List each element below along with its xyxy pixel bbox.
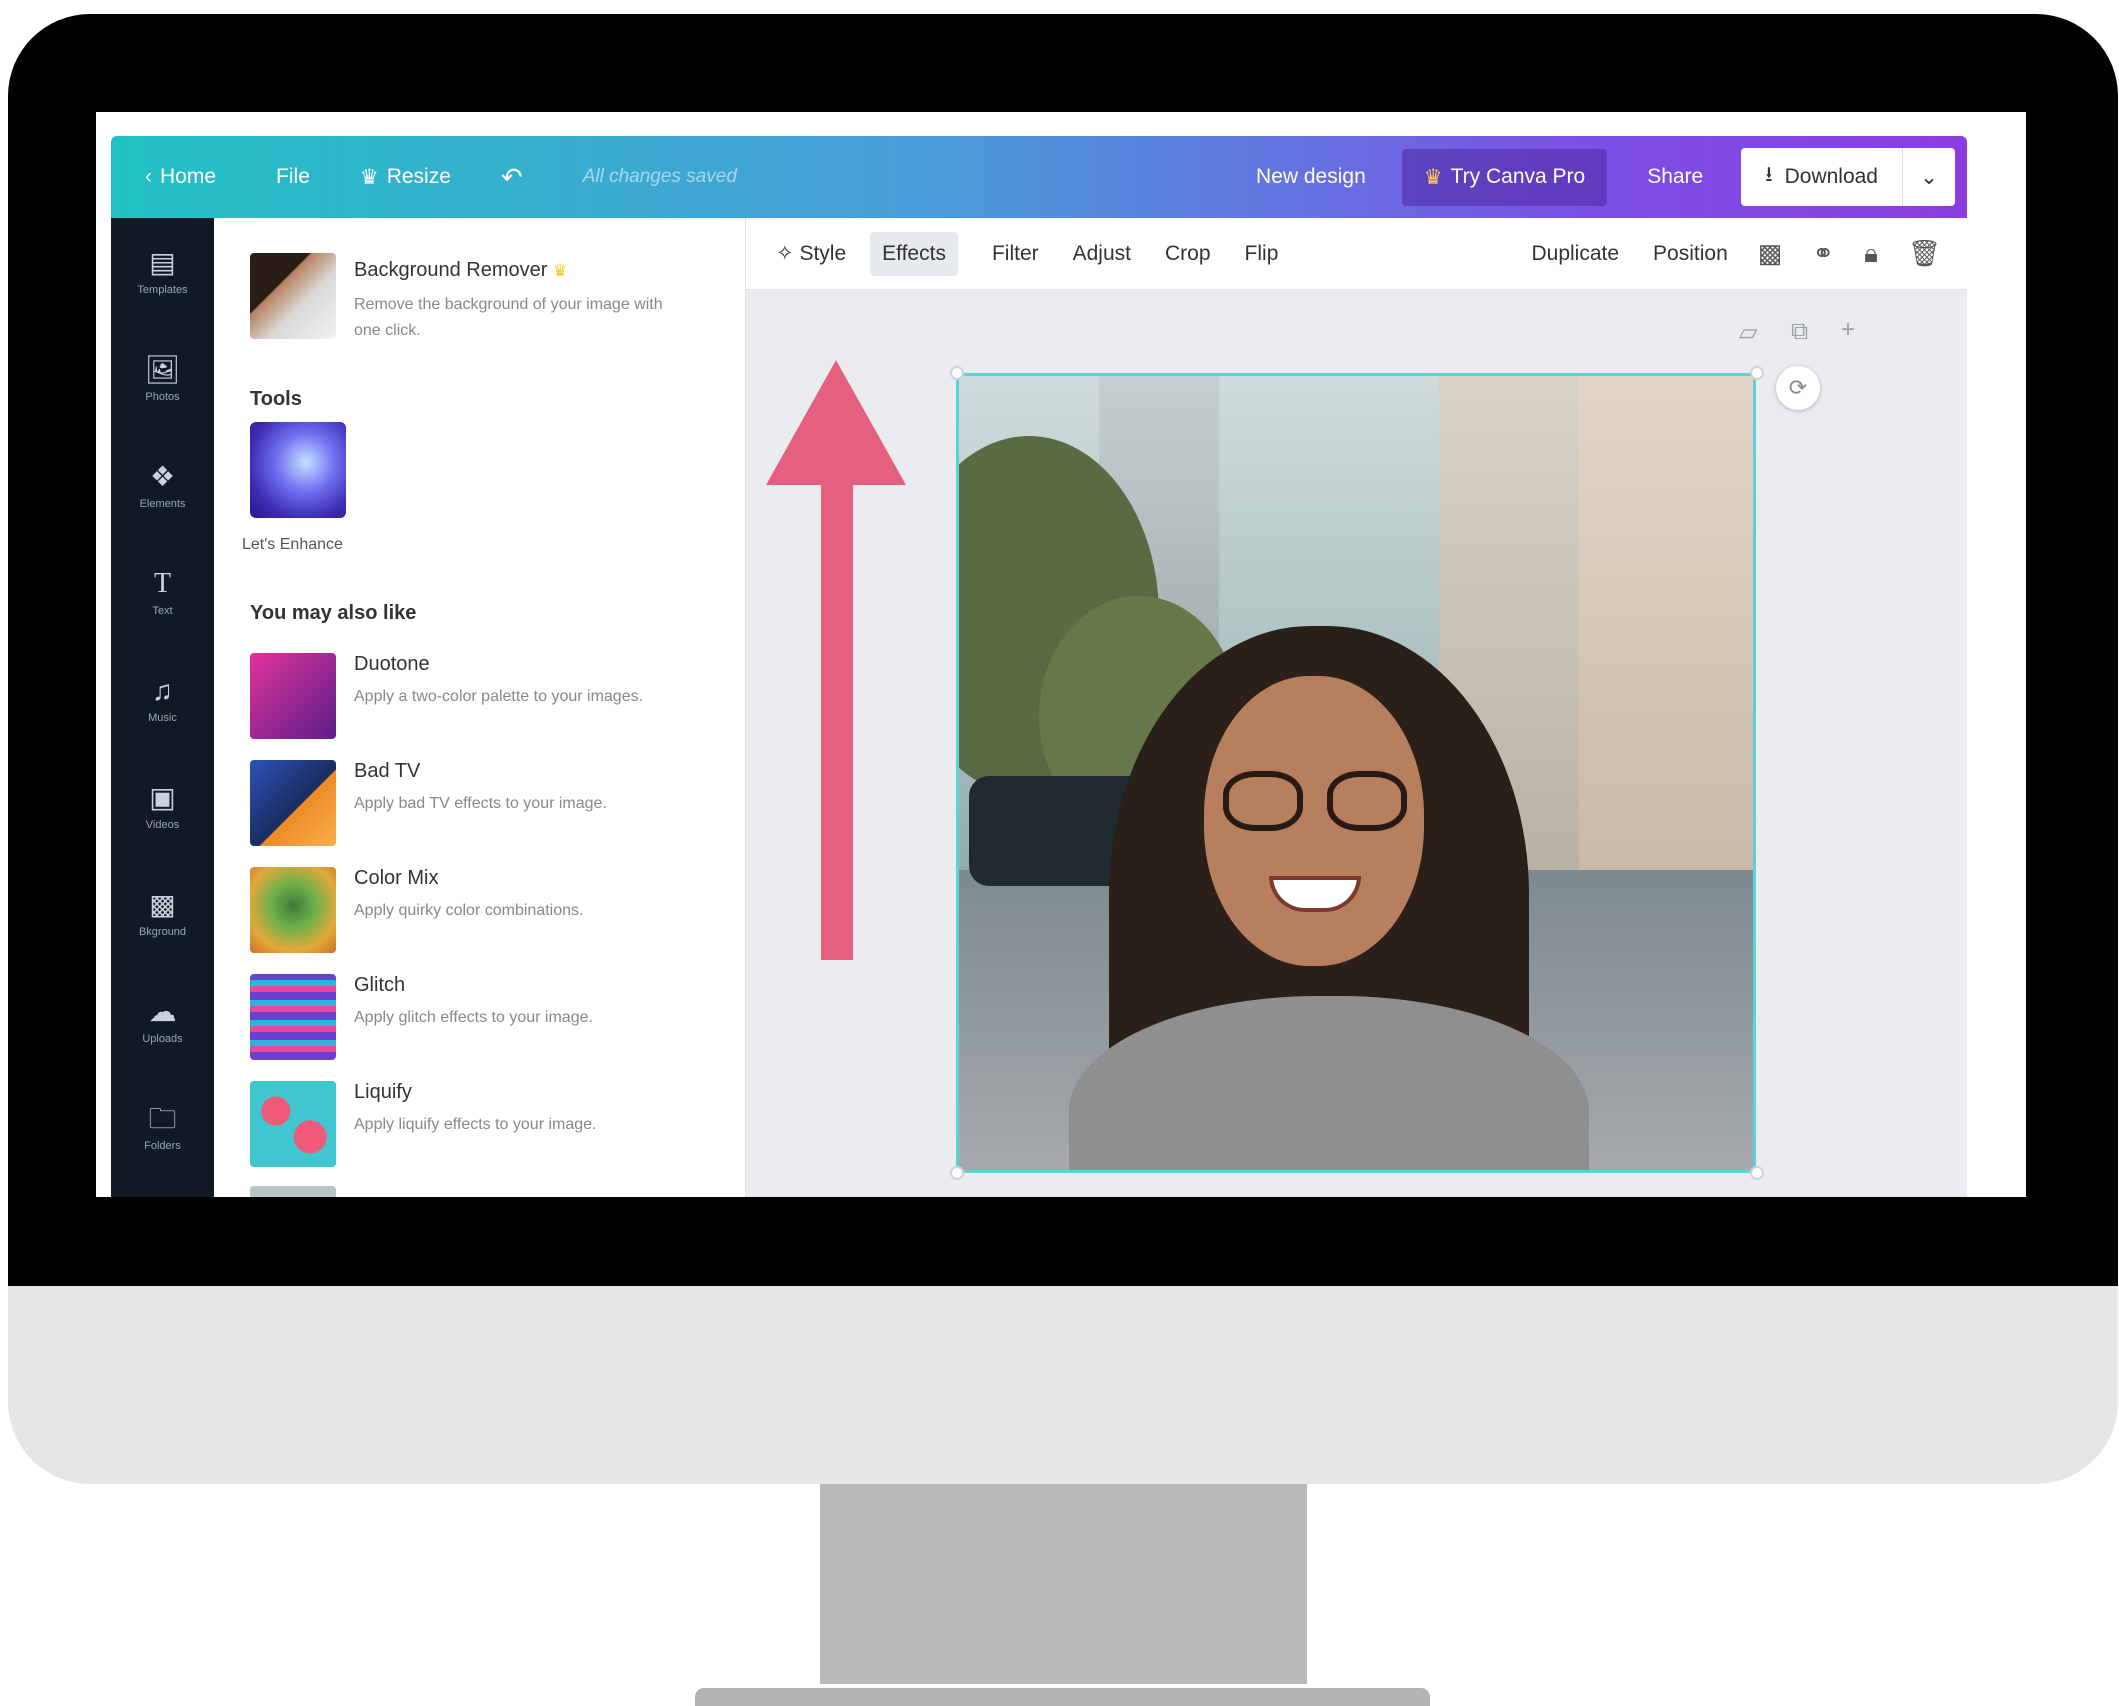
file-menu[interactable]: File [276,165,310,189]
sidebar-rail: ▤ Templates 🖼 Photos ❖ Elements T Text ♫ Musi… [111,218,214,1197]
background-remover-title: Background Remover ♛ [354,259,568,281]
download-main[interactable]: ⭳ Download [1741,148,1903,206]
sidebar-item-uploads[interactable]: ☁ Uploads [111,967,214,1074]
glitch-thumbnail [250,974,336,1060]
lets-enhance-tool[interactable] [250,422,346,518]
home-button[interactable]: ‹ Home [145,165,216,189]
selected-photo[interactable] [956,373,1756,1173]
edit-toolbar: ✧ Style Effects Filter Adjust Crop Flip … [746,218,1967,290]
trash-icon[interactable]: 🗑︎ [1908,238,1941,269]
transparency-icon[interactable]: ▩ [1758,238,1783,269]
monitor-stand [820,1484,1307,1684]
effect-item-duotone[interactable]: Duotone Apply a two-color palette to your… [250,653,714,739]
sidebar-item-music[interactable]: ♫ Music [111,646,214,753]
save-status: All changes saved [582,166,737,187]
design-canvas[interactable]: ▱ ⧉ + ⟳ [746,290,1967,1197]
color-mix-thumbnail [250,867,336,953]
effect-item-liquify[interactable]: Liquify Apply liquify effects to your ima… [250,1081,714,1167]
effects-button[interactable]: Effects [870,231,958,276]
video-icon: ▣ [149,781,176,813]
note-icon[interactable]: ▱ [1739,318,1757,347]
liquify-thumbnail [250,1081,336,1167]
sidebar-item-folders[interactable]: 🗀 Folders [111,1074,214,1181]
sidebar-item-templates[interactable]: ▤ Templates [111,218,214,325]
up-arrow-annotation [766,360,906,960]
effect-desc: Apply liquify effects to your image. [354,1116,597,1133]
resize-handle[interactable] [1750,366,1764,380]
crown-icon: ♛ [359,165,379,189]
effect-desc: Apply glitch effects to your image. [354,1009,593,1026]
effect-desc: Apply a two-color palette to your images… [354,688,644,705]
chevron-down-icon[interactable]: ⌄ [1903,165,1955,190]
top-bar: ‹ Home File ♛ Resize ↶ All changes saved… [111,136,1967,218]
flip-button[interactable]: Flip [1245,242,1279,266]
sidebar-item-background[interactable]: ▩ Bkground [111,860,214,967]
effect-title: Bad TV [354,760,421,782]
partial-thumbnail [250,1186,336,1197]
position-button[interactable]: Position [1653,242,1728,266]
resize-handle[interactable] [950,1166,964,1180]
style-button[interactable]: ✧ Style [776,241,846,266]
download-icon: ⭳ [1765,162,1773,186]
chevron-left-icon: ‹ [145,165,152,188]
effect-desc: Apply quirky color combinations. [354,902,584,919]
effect-item-color-mix[interactable]: Color Mix Apply quirky color combinations… [250,867,714,953]
resize-button[interactable]: ♛ Resize [360,165,451,190]
effect-desc: Apply bad TV effects to your image. [354,795,607,812]
crown-icon: ♛ [1423,165,1443,189]
resize-handle[interactable] [950,366,964,380]
crown-icon: ♛ [553,263,568,280]
sidebar-item-elements[interactable]: ❖ Elements [111,432,214,539]
filter-button[interactable]: Filter [992,242,1039,266]
lock-icon[interactable]: 🔒︎ [1864,238,1878,270]
effect-item-partial[interactable] [250,1186,336,1197]
sparkle-icon: ✧ [776,242,794,265]
rotate-icon[interactable]: ⟳ [1776,366,1820,410]
tools-heading: Tools [250,388,302,410]
background-remover-item[interactable]: Background Remover ♛ Remove the backgrou… [250,253,684,344]
music-icon: ♫ [152,674,173,706]
effect-title: Liquify [354,1081,412,1103]
bad-tv-thumbnail [250,760,336,846]
photos-icon: 🖼 [144,353,181,385]
monitor-base [695,1688,1430,1706]
effect-title: Color Mix [354,867,439,889]
screen: ‹ Home File ♛ Resize ↶ All changes saved… [96,112,2026,1197]
templates-icon: ▤ [149,246,176,278]
download-button[interactable]: ⭳ Download ⌄ [1741,148,1955,206]
elements-icon: ❖ [149,460,176,492]
new-design-button[interactable]: New design [1256,165,1366,189]
resize-handle[interactable] [1750,1166,1764,1180]
duplicate-button[interactable]: Duplicate [1531,242,1619,266]
effects-panel: Background Remover ♛ Remove the backgrou… [214,218,746,1197]
adjust-button[interactable]: Adjust [1073,242,1131,266]
folder-icon: 🗀 [148,1102,177,1134]
background-remover-desc: Remove the background of your image with… [354,296,663,339]
monitor-chin [8,1286,2118,1484]
text-icon: T [153,567,172,599]
background-remover-thumbnail [250,253,336,339]
link-icon[interactable]: ⚭ [1812,238,1834,269]
try-pro-button[interactable]: ♛ Try Canva Pro [1401,148,1608,206]
crop-button[interactable]: Crop [1165,242,1211,266]
duotone-thumbnail [250,653,336,739]
sidebar-item-photos[interactable]: 🖼 Photos [111,325,214,432]
effect-title: Glitch [354,974,406,996]
lets-enhance-label: Let's Enhance [242,536,343,553]
effect-title: Duotone [354,653,430,675]
background-icon: ▩ [149,888,176,920]
copy-page-icon[interactable]: ⧉ [1791,318,1808,346]
share-button[interactable]: Share [1647,165,1703,189]
undo-icon[interactable]: ↶ [501,162,523,193]
upload-cloud-icon: ☁ [148,995,177,1027]
sidebar-item-videos[interactable]: ▣ Videos [111,753,214,860]
effect-item-glitch[interactable]: Glitch Apply glitch effects to your image… [250,974,714,1060]
add-page-icon[interactable]: + [1841,316,1855,344]
also-like-heading: You may also like [250,602,417,624]
effect-item-bad-tv[interactable]: Bad TV Apply bad TV effects to your image… [250,760,714,846]
sidebar-item-text[interactable]: T Text [111,539,214,646]
